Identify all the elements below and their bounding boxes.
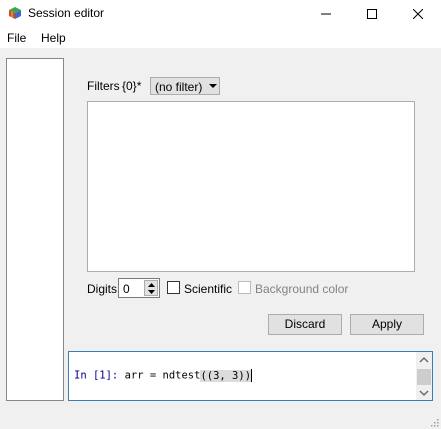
digits-value: 0: [123, 282, 130, 296]
discard-button[interactable]: Discard: [268, 314, 342, 335]
console-code-args: ((3, 3)): [200, 369, 252, 382]
spin-buttons: [144, 280, 158, 296]
scroll-down-icon[interactable]: [419, 388, 429, 398]
menu-bar: File Help: [0, 28, 441, 48]
session-list-panel[interactable]: [6, 58, 64, 401]
filter-dropdown-value: (no filter): [155, 80, 203, 94]
minimize-button[interactable]: [303, 0, 349, 28]
console-scrollbar[interactable]: [416, 352, 432, 400]
maximize-icon: [367, 9, 377, 19]
ipython-console[interactable]: In [1]: arr = ndtest((3, 3)): [68, 351, 433, 401]
menu-file[interactable]: File: [7, 31, 26, 45]
scroll-up-icon[interactable]: [419, 355, 429, 365]
scientific-label: Scientific: [184, 282, 233, 296]
digits-label: Digits: [87, 282, 118, 296]
menu-help[interactable]: Help: [41, 31, 66, 45]
background-color-checkbox: [238, 281, 251, 294]
window-title: Session editor: [28, 6, 105, 20]
array-view[interactable]: [87, 101, 415, 272]
close-button[interactable]: [395, 0, 441, 28]
console-prompt: In [1]:: [74, 369, 119, 382]
chevron-down-icon: [209, 84, 217, 88]
app-cube-icon: [9, 7, 21, 19]
filters-label: Filters: [87, 79, 120, 93]
filter-dropdown[interactable]: (no filter): [150, 77, 220, 95]
spin-down-icon[interactable]: [147, 289, 156, 295]
resize-grip-icon[interactable]: [429, 417, 439, 427]
close-icon: [413, 9, 423, 19]
console-line: In [1]: arr = ndtest((3, 3)): [74, 369, 253, 382]
spin-up-icon[interactable]: [147, 282, 156, 288]
title-bar: Session editor: [0, 0, 441, 28]
digits-spinbox[interactable]: 0: [118, 278, 160, 298]
text-caret: [251, 369, 253, 382]
filters-value: {0}*: [122, 79, 142, 93]
minimize-icon: [321, 13, 331, 15]
scroll-thumb[interactable]: [417, 369, 431, 385]
maximize-button[interactable]: [349, 0, 395, 28]
console-code: arr = ndtest: [118, 369, 201, 382]
background-color-label: Background color: [255, 282, 349, 296]
scientific-checkbox[interactable]: [167, 281, 180, 294]
apply-button[interactable]: Apply: [350, 314, 424, 335]
